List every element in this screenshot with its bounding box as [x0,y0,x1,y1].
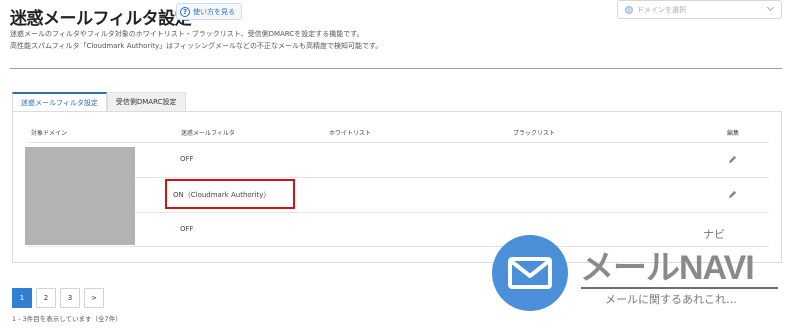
envelope-icon [508,257,552,289]
filter-status: OFF [180,225,194,233]
description-line-2: 高性能スパムフィルタ「Cloudmark Authority」はフィッシングメー… [10,42,383,50]
row-divider [27,212,769,213]
tab-bar: 迷惑メールフィルタ設定 受信側DMARC設定 [12,92,186,111]
domain-select-placeholder: ドメインを選択 [637,5,686,14]
help-link[interactable]: ? 使い方を見る [176,3,242,20]
tab-dmarc[interactable]: 受信側DMARC設定 [106,92,186,111]
brand-name: メールNAVI [580,249,755,287]
mail-navi-logo [492,235,568,311]
page-button-1[interactable]: 1 [12,288,32,308]
pencil-icon[interactable] [728,190,737,199]
question-icon: ? [180,6,190,17]
domain-select[interactable]: ドメインを選択 [617,0,782,19]
row-divider [27,177,769,178]
column-header-edit: 編集 [727,130,740,137]
chevron-down-icon [766,3,775,12]
section-divider [10,68,782,69]
domain-name-redacted [25,147,135,245]
column-header-blacklist: ブラックリスト [513,130,556,137]
highlight-box [165,179,295,209]
page-title: 迷惑メールフィルタ設定 [10,9,192,29]
brand-tagline: メールに関するあれこれ… [605,293,737,306]
column-header-domain: 対象ドメイン [31,130,68,137]
pagination: 1 2 3 > [12,288,108,308]
description-line-1: 迷惑メールのフィルタやフィルタ対象のホワイトリスト・ブラックリスト、受信側DMA… [10,30,364,38]
help-link-label: 使い方を見る [193,7,235,16]
pencil-icon[interactable] [728,155,737,164]
tab-spam-filter[interactable]: 迷惑メールフィルタ設定 [12,92,107,111]
result-count: 1 - 3件目を表示しています（全7件） [12,315,122,323]
page-button-2[interactable]: 2 [36,288,56,308]
globe-icon [625,5,633,14]
row-divider [27,142,769,143]
brand-underline [581,287,778,289]
column-header-filter: 迷惑メールフィルタ [181,130,235,137]
column-header-whitelist: ホワイトリスト [329,130,372,137]
filter-status: OFF [180,155,194,163]
next-page-button[interactable]: > [84,288,104,308]
page-button-3[interactable]: 3 [60,288,80,308]
